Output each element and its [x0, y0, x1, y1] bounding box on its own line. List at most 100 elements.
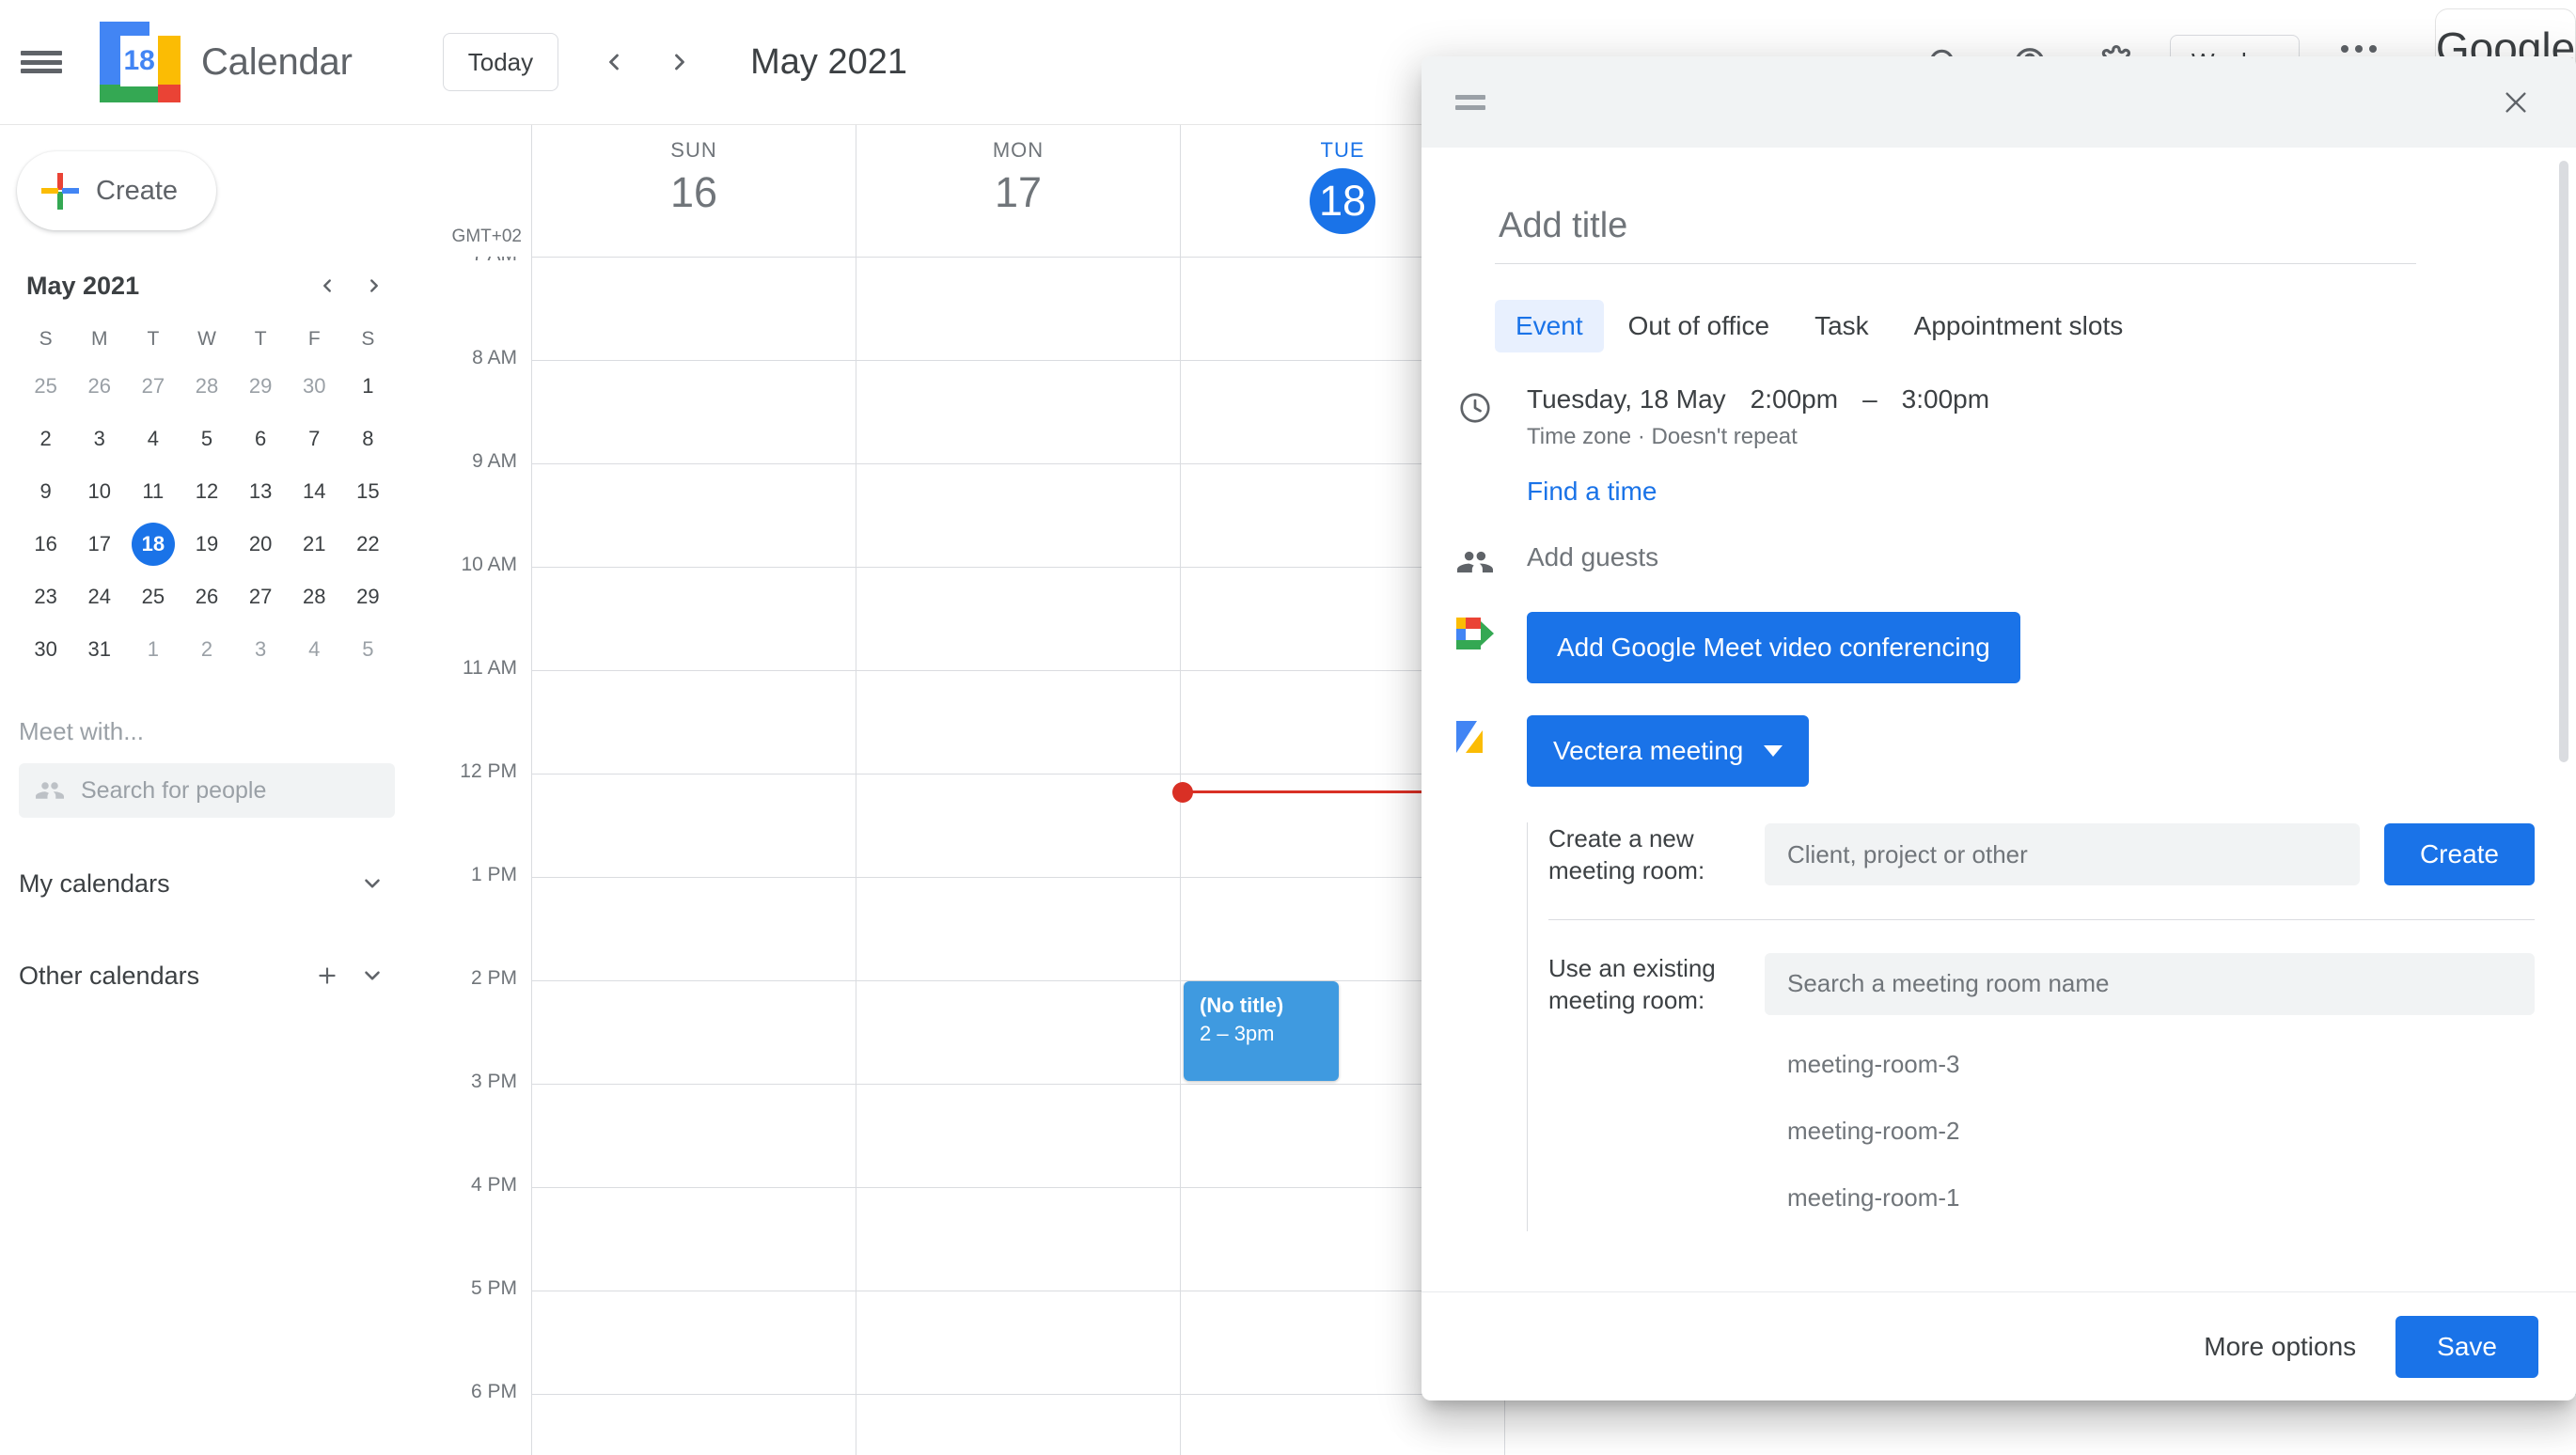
event-title-input[interactable] — [1495, 196, 2416, 264]
find-a-time-link[interactable]: Find a time — [1527, 477, 1657, 507]
mini-calendar-day[interactable]: 9 — [19, 470, 72, 513]
mini-calendar-day[interactable]: 1 — [126, 628, 180, 671]
day-header-date-today[interactable]: 18 — [1310, 168, 1375, 234]
mini-calendar-day[interactable]: 3 — [234, 628, 288, 671]
mini-calendar-day[interactable]: 10 — [72, 470, 126, 513]
mini-calendar-day[interactable]: 7 — [288, 417, 341, 461]
mini-calendar-day[interactable]: 2 — [19, 417, 72, 461]
chevron-right-icon[interactable] — [651, 33, 709, 91]
mini-calendar-day[interactable]: 1 — [341, 365, 395, 408]
meeting-room-item[interactable]: meeting-room-3 — [1765, 1031, 2535, 1098]
event-date[interactable]: Tuesday, 18 May — [1527, 384, 1726, 415]
calendar-event-chip[interactable]: (No title) 2 – 3pm — [1184, 981, 1339, 1081]
today-button[interactable]: Today — [442, 33, 559, 91]
hour-row[interactable]: 6 PM — [414, 1381, 2576, 1455]
event-type-tabs: Event Out of office Task Appointment slots — [1495, 300, 2535, 352]
my-calendars-section[interactable]: My calendars — [0, 857, 414, 910]
more-options-button[interactable]: More options — [2204, 1332, 2356, 1362]
people-icon — [36, 782, 64, 799]
create-room-input[interactable] — [1765, 823, 2360, 886]
search-people-input[interactable]: Search for people — [19, 763, 395, 818]
mini-calendar-day[interactable]: 6 — [234, 417, 288, 461]
mini-calendar-day[interactable]: 16 — [19, 523, 72, 566]
day-header-date[interactable]: 16 — [670, 168, 717, 217]
vectera-meeting-button[interactable]: Vectera meeting — [1527, 715, 1810, 787]
mini-calendar-day[interactable]: 3 — [72, 417, 126, 461]
mini-calendar-day-today[interactable]: 18 — [131, 523, 175, 566]
mini-calendar-day[interactable]: 27 — [126, 365, 180, 408]
calendar-logo-icon: 18 — [100, 22, 181, 102]
close-icon[interactable] — [2490, 76, 2542, 129]
mini-calendar-day[interactable]: 27 — [234, 575, 288, 618]
dialog-scrollbar-thumb[interactable] — [2559, 161, 2568, 762]
mini-calendar-dow: M — [90, 328, 108, 350]
other-calendars-section[interactable]: Other calendars — [0, 949, 414, 1002]
mini-calendar-day[interactable]: 5 — [180, 417, 233, 461]
existing-room-search-input[interactable] — [1765, 952, 2535, 1015]
mini-calendar-day[interactable]: 24 — [72, 575, 126, 618]
meeting-room-item[interactable]: meeting-room-2 — [1765, 1098, 2535, 1165]
mini-calendar-day[interactable]: 31 — [72, 628, 126, 671]
mini-calendar-day[interactable]: 26 — [180, 575, 233, 618]
mini-calendar-day[interactable]: 20 — [234, 523, 288, 566]
mini-calendar-day[interactable]: 12 — [180, 470, 233, 513]
mini-calendar-next[interactable] — [353, 265, 395, 306]
tab-event[interactable]: Event — [1495, 300, 1604, 352]
mini-calendar-day[interactable]: 15 — [341, 470, 395, 513]
mini-calendar-day[interactable]: 22 — [341, 523, 395, 566]
mini-calendar-day[interactable]: 28 — [180, 365, 233, 408]
chevron-down-icon[interactable] — [350, 861, 395, 906]
hour-label: 12 PM — [460, 760, 517, 782]
mini-calendar-day[interactable]: 19 — [180, 523, 233, 566]
create-room-label: Create a new meeting room: — [1548, 824, 1705, 885]
chevron-left-icon[interactable] — [585, 33, 643, 91]
google-meet-row: Add Google Meet video conferencing — [1455, 612, 2535, 683]
chevron-down-icon[interactable] — [350, 953, 395, 998]
timezone-repeat-label[interactable]: Time zone · Doesn't repeat — [1527, 424, 2535, 450]
mini-calendar-day[interactable]: 25 — [126, 575, 180, 618]
tab-task[interactable]: Task — [1794, 300, 1890, 352]
mini-calendar-day[interactable]: 30 — [19, 628, 72, 671]
mini-calendar-day[interactable]: 4 — [288, 628, 341, 671]
mini-calendar-day[interactable]: 4 — [126, 417, 180, 461]
create-room-button[interactable]: Create — [2383, 823, 2535, 886]
mini-calendar-day[interactable]: 2 — [180, 628, 233, 671]
add-google-meet-button[interactable]: Add Google Meet video conferencing — [1527, 612, 2020, 683]
mini-calendar-day[interactable]: 25 — [19, 365, 72, 408]
day-header-column[interactable]: SUN 16 — [531, 125, 856, 257]
mini-calendar-day[interactable]: 5 — [341, 628, 395, 671]
current-time-dot — [1172, 782, 1193, 803]
hour-label: 5 PM — [470, 1277, 517, 1299]
hamburger-icon[interactable] — [21, 47, 62, 77]
mini-calendar-day[interactable]: 26 — [72, 365, 126, 408]
mini-calendar-day[interactable]: 28 — [288, 575, 341, 618]
tab-out-of-office[interactable]: Out of office — [1608, 300, 1790, 352]
mini-calendar-day[interactable]: 13 — [234, 470, 288, 513]
day-header-date[interactable]: 17 — [995, 168, 1042, 217]
event-end-time[interactable]: 3:00pm — [1902, 384, 1989, 415]
app-title: Calendar — [201, 40, 353, 83]
mini-calendar-dow: S — [39, 328, 53, 350]
drag-handle-icon[interactable] — [1455, 94, 1485, 110]
mini-calendar-prev[interactable] — [306, 265, 348, 306]
add-guests-input[interactable]: Add guests — [1527, 539, 2535, 572]
mini-calendar-day[interactable]: 23 — [19, 575, 72, 618]
tab-appointment-slots[interactable]: Appointment slots — [1893, 300, 2144, 352]
meeting-room-item[interactable]: meeting-room-1 — [1765, 1165, 2535, 1231]
mini-calendar-day[interactable]: 8 — [341, 417, 395, 461]
event-start-time[interactable]: 2:00pm — [1751, 384, 1838, 415]
google-meet-icon — [1455, 612, 1495, 683]
mini-calendar-day[interactable]: 30 — [288, 365, 341, 408]
mini-calendar-day[interactable]: 17 — [72, 523, 126, 566]
day-header-column[interactable]: MON 17 — [856, 125, 1180, 257]
create-button[interactable]: Create — [17, 151, 216, 230]
mini-calendar-day[interactable]: 11 — [126, 470, 180, 513]
mini-calendar-day[interactable]: 14 — [288, 470, 341, 513]
mini-calendar-day[interactable]: 29 — [341, 575, 395, 618]
save-button[interactable]: Save — [2395, 1315, 2538, 1378]
add-other-calendar-icon[interactable] — [305, 953, 350, 998]
mini-calendar-day[interactable]: 21 — [288, 523, 341, 566]
hour-label: 11 AM — [463, 657, 517, 679]
mini-calendar-day[interactable]: 29 — [234, 365, 288, 408]
dialog-scrollbar[interactable] — [2559, 161, 2568, 1280]
